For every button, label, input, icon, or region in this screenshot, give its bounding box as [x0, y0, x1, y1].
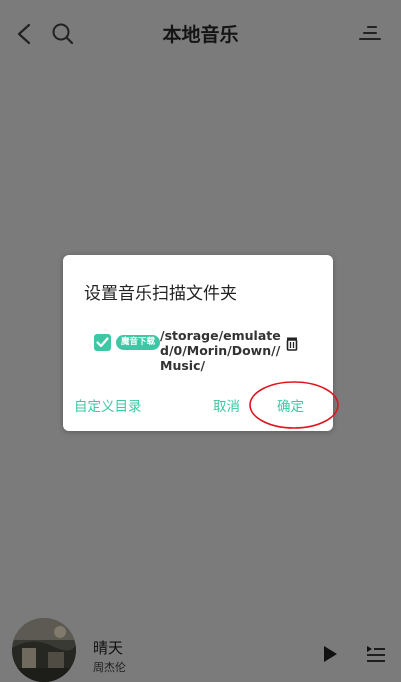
playlist-icon[interactable]	[365, 643, 387, 665]
source-badge: 魔音下载	[116, 335, 161, 350]
check-icon	[96, 337, 109, 348]
folder-path: /storage/emulated/0/Morin/Down//Music/	[160, 328, 281, 373]
folder-checkbox[interactable]	[94, 334, 111, 351]
album-art-image	[12, 618, 76, 682]
top-bar: 本地音乐	[0, 0, 401, 68]
highlight-ellipse	[249, 381, 339, 429]
custom-directory-button[interactable]: 自定义目录	[74, 395, 142, 415]
cancel-button[interactable]: 取消	[213, 395, 240, 415]
folder-row: 魔音下载 /storage/emulated/0/Morin/Down//Mus…	[94, 327, 324, 373]
dialog-title: 设置音乐扫描文件夹	[84, 284, 237, 304]
sort-lines-icon[interactable]	[358, 22, 382, 44]
song-title: 晴天	[93, 639, 124, 657]
page-title: 本地音乐	[162, 24, 239, 46]
trash-icon[interactable]	[285, 336, 299, 351]
artist-name: 周杰伦	[93, 661, 126, 674]
play-icon[interactable]	[320, 644, 340, 664]
album-cover[interactable]	[12, 618, 76, 682]
